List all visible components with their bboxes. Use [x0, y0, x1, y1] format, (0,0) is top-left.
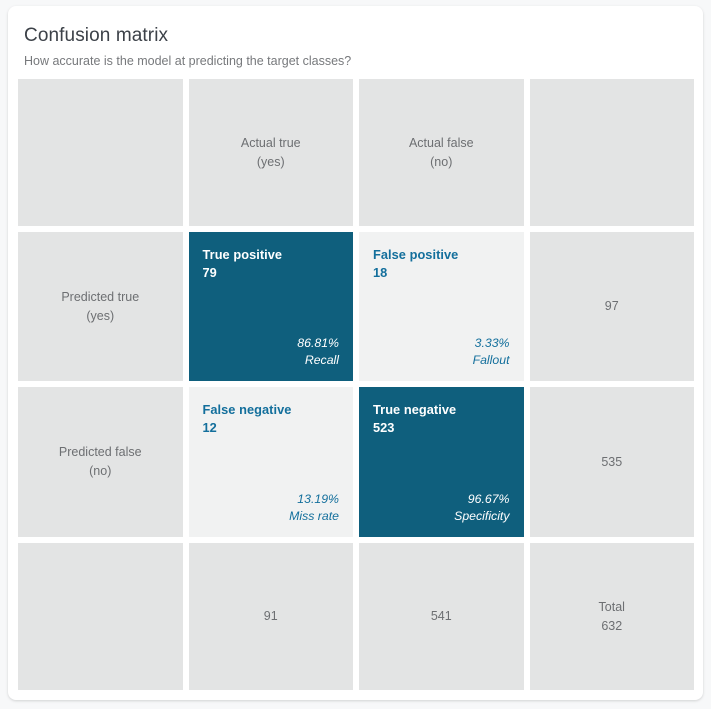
true-negative-name: True negative — [373, 402, 457, 417]
true-positive-percent: 86.81% — [297, 336, 339, 350]
total-actual-true: 91 — [188, 543, 353, 690]
totals-row-blank — [18, 543, 183, 690]
grand-total: Total 632 — [529, 543, 694, 690]
header-actual-true: Actual true (yes) — [188, 79, 353, 226]
cell-true-negative[interactable]: True negative 523 96.67% Specificity — [359, 387, 524, 537]
header-actual-false: Actual false (no) — [359, 79, 524, 226]
page-title: Confusion matrix — [24, 25, 169, 46]
true-positive-name: True positive — [202, 247, 283, 262]
true-negative-metric-name: Specificity — [454, 509, 510, 523]
total-predicted-false: 535 — [529, 387, 694, 537]
false-negative-head: False negative 12 — [203, 401, 340, 436]
false-negative-name: False negative — [202, 402, 292, 417]
total-actual-true-value: 91 — [263, 609, 278, 623]
total-actual-false-value: 541 — [430, 609, 452, 623]
true-positive-metric: 86.81% Recall — [203, 335, 339, 369]
total-predicted-false-value: 535 — [601, 454, 623, 469]
header-actual-false-label: Actual false (no) — [408, 135, 474, 169]
total-predicted-true: 97 — [529, 232, 694, 381]
true-positive-metric-name: Recall — [304, 353, 339, 367]
false-positive-head: False positive 18 — [373, 246, 510, 281]
false-positive-count: 18 — [373, 265, 388, 280]
cell-true-positive[interactable]: True positive 79 86.81% Recall — [188, 232, 353, 381]
false-positive-name: False positive — [373, 247, 459, 262]
confusion-matrix-grid: Actual true (yes) Actual false (no) Pred… — [18, 79, 694, 696]
total-actual-false: 541 — [359, 543, 524, 690]
header-row-total-blank — [529, 79, 694, 226]
total-predicted-true-value: 97 — [604, 299, 619, 313]
true-positive-head: True positive 79 — [203, 246, 340, 281]
header-predicted-true: Predicted true (yes) — [18, 232, 183, 381]
false-negative-count: 12 — [202, 420, 217, 435]
card-subtitle: How accurate is the model at predicting … — [24, 54, 352, 68]
false-negative-metric: 13.19% Miss rate — [203, 491, 339, 525]
true-positive-count: 79 — [202, 265, 217, 280]
false-positive-metric: 3.33% Fallout — [373, 335, 510, 369]
card-header: Confusion matrix How accurate is the mod… — [8, 6, 703, 70]
grand-total-value: Total 632 — [598, 599, 625, 633]
true-negative-head: True negative 523 — [373, 401, 510, 436]
cell-false-positive[interactable]: False positive 18 3.33% Fallout — [359, 232, 524, 381]
false-negative-metric-name: Miss rate — [289, 509, 339, 523]
cell-false-negative[interactable]: False negative 12 13.19% Miss rate — [188, 387, 353, 537]
true-negative-percent: 96.67% — [467, 492, 510, 506]
true-negative-metric: 96.67% Specificity — [373, 491, 510, 525]
confusion-matrix-card: Confusion matrix How accurate is the mod… — [8, 6, 703, 700]
corner-blank-cell — [18, 79, 183, 226]
header-predicted-false-label: Predicted false (no) — [58, 445, 142, 478]
false-negative-percent: 13.19% — [297, 492, 339, 506]
header-predicted-true-label: Predicted true (yes) — [61, 289, 140, 323]
true-negative-count: 523 — [373, 420, 395, 435]
false-positive-percent: 3.33% — [474, 336, 510, 350]
false-positive-metric-name: Fallout — [472, 353, 510, 367]
header-predicted-false: Predicted false (no) — [18, 387, 183, 537]
header-actual-true-label: Actual true (yes) — [240, 135, 301, 169]
